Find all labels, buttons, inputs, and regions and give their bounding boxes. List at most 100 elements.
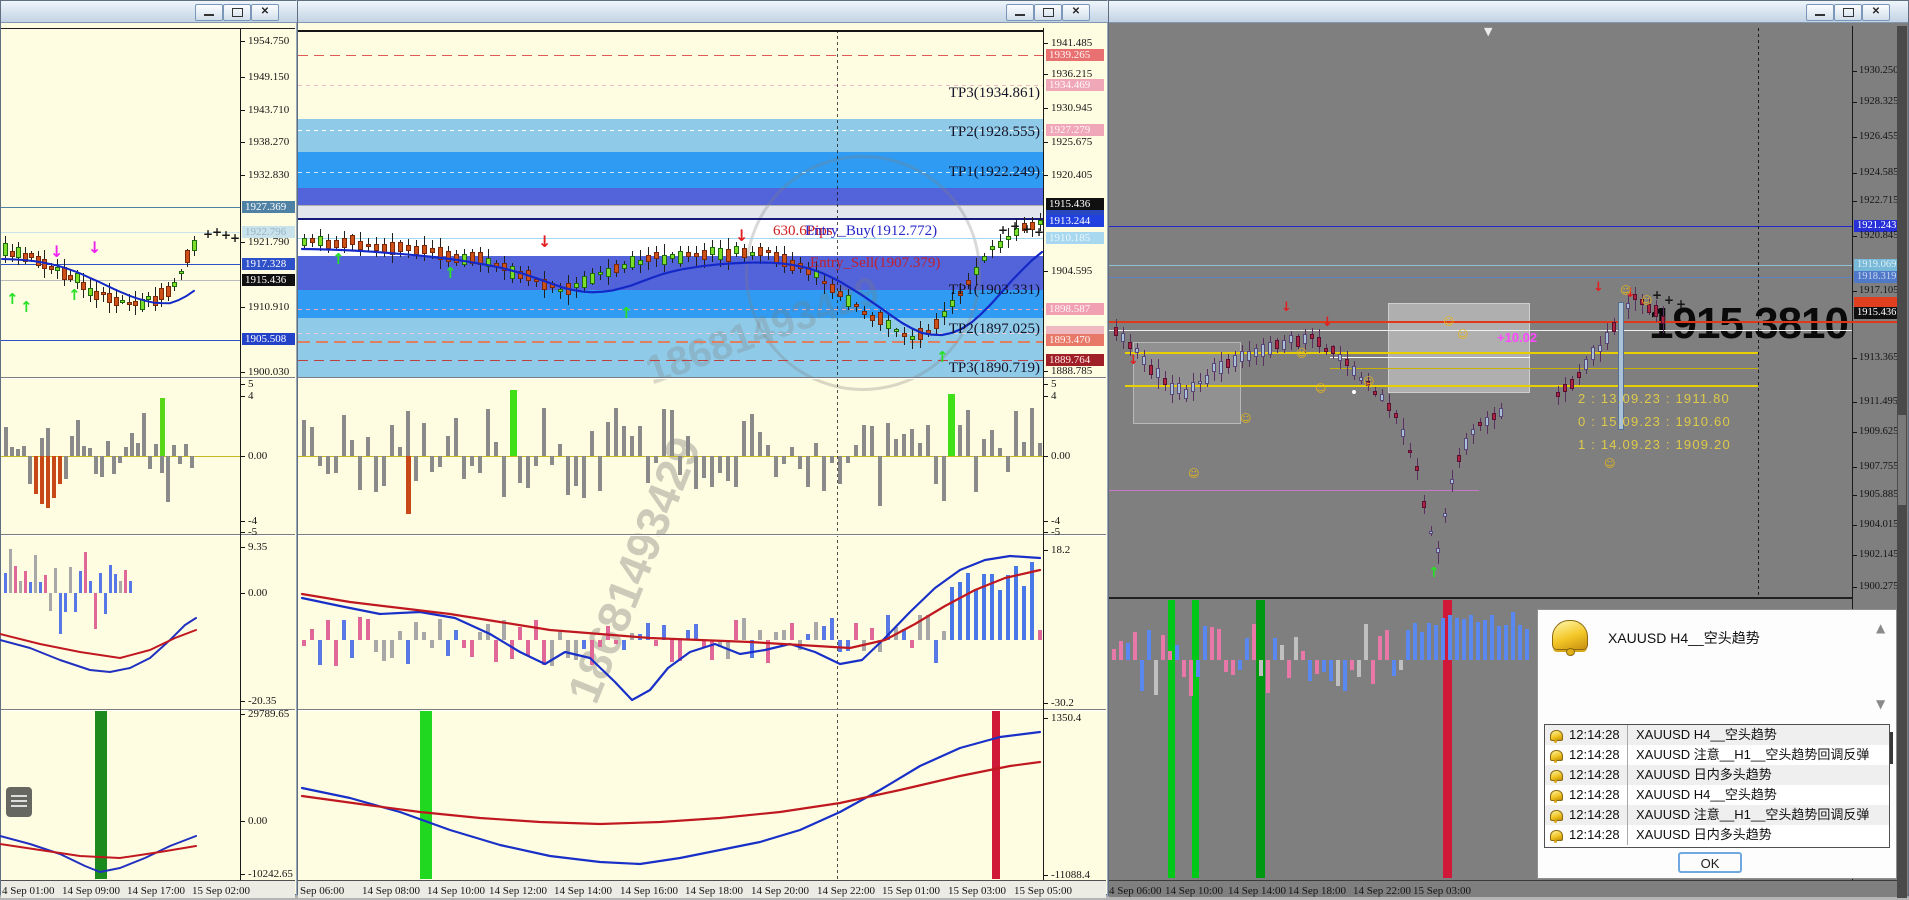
decor <box>982 255 987 261</box>
price-label: 1921.790 <box>248 236 290 248</box>
decor <box>1758 28 1759 598</box>
maximize-button[interactable] <box>223 4 251 21</box>
decor <box>358 240 363 250</box>
decor <box>582 456 586 498</box>
tick-marker: + <box>1022 222 1033 236</box>
decor <box>69 567 72 593</box>
decor <box>694 253 699 258</box>
middle-window-titlebar[interactable]: ✕ <box>298 1 1108 23</box>
decor <box>390 640 394 659</box>
scrollbar-handle <box>1898 415 1906 505</box>
up-arrow-icon: ↑ <box>332 250 345 268</box>
decor <box>28 456 32 485</box>
decor <box>191 240 197 251</box>
alert-row[interactable]: 12:14:28 XAUUSD 日内多头趋势 <box>1545 765 1889 785</box>
minimize-icon <box>204 14 214 16</box>
decor <box>241 714 245 715</box>
decor <box>1654 304 1658 318</box>
decor <box>1303 333 1307 344</box>
tick-marker: + <box>1676 297 1687 311</box>
right-window-titlebar[interactable]: ✕ <box>1109 1 1908 23</box>
alert-row[interactable]: 12:14:28 XAUUSD H4__空头趋势 <box>1545 725 1889 745</box>
alert-row[interactable]: 12:14:28 XAUUSD H4__空头趋势 <box>1545 785 1889 805</box>
decor <box>430 456 434 473</box>
decor <box>566 640 570 658</box>
minimize-button[interactable] <box>195 4 223 21</box>
decor <box>40 456 44 504</box>
decor <box>1109 490 1479 491</box>
decor <box>1853 402 1857 403</box>
decor <box>1044 703 1048 704</box>
close-button[interactable]: ✕ <box>1062 4 1090 21</box>
maximize-icon <box>1843 8 1854 17</box>
alert-row[interactable]: 12:14:28 XAUUSD 日内多头趋势 <box>1545 825 1889 845</box>
decor <box>494 262 499 267</box>
decor <box>542 640 546 666</box>
close-button[interactable]: ✕ <box>251 4 279 21</box>
decor <box>982 573 986 640</box>
decor <box>758 432 762 456</box>
decor <box>1156 368 1160 379</box>
decor <box>1142 355 1146 365</box>
price-label: 1915.436 <box>1854 307 1898 319</box>
decor <box>702 250 707 261</box>
decor <box>1140 660 1144 692</box>
minimize-button[interactable] <box>1806 4 1834 21</box>
decor <box>1191 382 1195 392</box>
tick-marker: + <box>1010 219 1021 233</box>
decor <box>958 424 962 456</box>
decor <box>100 456 104 477</box>
time-label: 14 Sep 17:00 <box>127 885 186 897</box>
price-label: -20.35 <box>248 695 277 707</box>
decor <box>950 299 955 308</box>
decor <box>1038 629 1042 640</box>
decor <box>82 446 86 456</box>
scroll-down-icon[interactable]: ▼ <box>1876 698 1885 710</box>
left-window-titlebar[interactable]: ✕ <box>1 1 297 23</box>
decor <box>1044 175 1048 176</box>
list-scrollbar[interactable] <box>1890 732 1893 764</box>
decor <box>670 254 675 260</box>
price-label: 1917.328 <box>242 258 295 270</box>
decor <box>390 242 395 256</box>
minimize-button[interactable] <box>1006 4 1034 21</box>
decor <box>1044 718 1048 719</box>
decor <box>686 436 690 456</box>
decor <box>1182 660 1186 677</box>
decor <box>766 250 771 254</box>
decor <box>1626 302 1630 310</box>
price-label: 1922.715 <box>1859 195 1899 206</box>
decor <box>3 243 8 257</box>
decor <box>1497 626 1501 660</box>
decor <box>14 565 17 593</box>
alert-row[interactable]: 12:14:28 XAUUSD 注意__H1__空头趋势回调反弹 <box>1545 745 1889 765</box>
decor <box>990 430 994 456</box>
decor <box>1114 326 1118 336</box>
decor <box>750 640 754 658</box>
scroll-up-icon[interactable]: ▲ <box>1876 622 1885 634</box>
decor <box>46 427 50 456</box>
decor <box>1462 619 1466 660</box>
maximize-button[interactable] <box>1834 4 1862 21</box>
maximize-button[interactable] <box>1034 4 1062 21</box>
decor <box>1471 429 1475 435</box>
time-label: 14 Sep 08:00 <box>362 885 421 897</box>
decor <box>1109 226 1852 227</box>
decor <box>854 623 858 640</box>
decor <box>550 282 555 289</box>
time-label: 14 Sep 10:00 <box>427 885 486 897</box>
alert-list[interactable]: 12:14:28 XAUUSD H4__空头趋势 12:14:28 XAUUSD 注… <box>1544 724 1890 848</box>
price-label: 1917.105 <box>1859 285 1899 296</box>
chart-menu-button[interactable] <box>6 787 32 817</box>
decor <box>16 448 20 456</box>
decor <box>454 254 459 264</box>
decor <box>702 640 706 648</box>
ok-button[interactable]: OK <box>1678 852 1742 873</box>
close-button[interactable]: ✕ <box>1862 4 1890 21</box>
decor <box>326 620 330 640</box>
time-label: 14 Sep 18:00 <box>1288 885 1347 897</box>
alert-row[interactable]: 12:14:28 XAUUSD 注意__H1__空头趋势回调反弹 <box>1545 805 1889 825</box>
decor <box>382 243 387 254</box>
smiley-marker-icon: ☺ <box>1188 467 1200 480</box>
price-label: 1904.015 <box>1859 519 1899 530</box>
